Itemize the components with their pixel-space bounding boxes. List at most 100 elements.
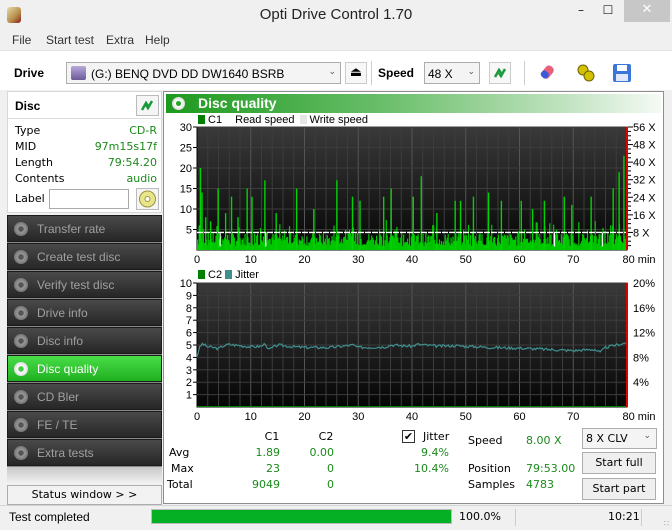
panel-header: Disc quality (166, 94, 661, 113)
disc-contents-value: audio (126, 172, 157, 185)
menu-extra[interactable]: Extra (106, 33, 134, 47)
test-speed-select[interactable]: 8 X CLV ⌄ (582, 428, 657, 449)
menu-help[interactable]: Help (145, 33, 170, 47)
nav-extra-tests[interactable]: Extra tests (7, 439, 162, 466)
disc-icon (139, 190, 156, 208)
x-tick-label: 40 (406, 411, 418, 423)
c1-peak-bar (472, 196, 475, 250)
y-tick-label: 4 (186, 352, 192, 364)
nav-label: Extra tests (37, 446, 94, 460)
nav-filler (7, 467, 162, 483)
position-value: 79:53.00 (526, 462, 576, 475)
disc-contents-row: Contents audio (15, 172, 157, 188)
y-tick-label: 7 (186, 315, 192, 327)
y2-tick-label: 24 X (633, 192, 656, 204)
y2-tick-label: 48 X (633, 140, 656, 152)
y2-tick-label: 8 X (633, 227, 650, 239)
nav-cd-bler[interactable]: CD Bler (7, 383, 162, 410)
label-disc-button[interactable] (136, 188, 159, 210)
c1-peak-bar (382, 196, 385, 250)
c1-peak-bar (563, 196, 565, 250)
eject-button[interactable]: ⏏ (345, 62, 367, 84)
c1-peak-bar (412, 196, 414, 250)
stats-header-c1: C1 (264, 430, 280, 443)
cd-bler-icon (14, 390, 28, 404)
speed-label: Speed (468, 434, 503, 447)
test-speed-value: 8 X CLV (586, 432, 628, 445)
stats-avg-jitter: 9.4% (421, 446, 449, 459)
y2-tick-label: 32 X (633, 175, 656, 187)
start-full-button[interactable]: Start full (582, 452, 656, 474)
x-tick-label: 0 (194, 411, 200, 423)
toolbar: Drive (G:) BENQ DVD DD DW1640 BSRB ⌄ ⏏ S… (0, 50, 672, 90)
nav-transfer-rate[interactable]: Transfer rate (7, 215, 162, 242)
x-tick-label: 20 (298, 254, 310, 266)
eraser-icon (540, 65, 554, 79)
maximize-button[interactable]: ☐ (594, 0, 622, 22)
c1-peak-bar (275, 213, 277, 250)
settings-button[interactable] (575, 62, 597, 84)
disc-quality-panel: Disc quality C1 Read speed Write speed 0… (163, 91, 664, 504)
resize-grip[interactable]: ∷ (664, 519, 669, 528)
nav-label: Create test disc (37, 250, 121, 264)
nav-label: FE / TE (37, 418, 78, 432)
erase-button[interactable] (539, 62, 561, 84)
extra-tests-icon (14, 446, 28, 460)
fe-te-icon (14, 418, 28, 432)
menu-file[interactable]: File (12, 33, 31, 47)
c1-peak-bar (454, 200, 456, 250)
nav-label: Transfer rate (37, 222, 106, 236)
c1-peak-bar (209, 221, 212, 250)
drive-select[interactable]: (G:) BENQ DVD DD DW1640 BSRB ⌄ (66, 62, 341, 84)
stats-total-c1: 9049 (252, 478, 280, 491)
c1-peak-bar (436, 213, 438, 250)
x-tick-label: 10 (245, 254, 257, 266)
disc-type-label: Type (15, 124, 41, 137)
nav-menu: Transfer rate Create test disc Verify te… (7, 215, 162, 483)
c1-peak-bar (336, 180, 338, 250)
y-tick-label: 2 (186, 377, 192, 389)
nav-create-test-disc[interactable]: Create test disc (7, 243, 162, 270)
c1-peak-bar (351, 196, 354, 250)
c1-peak-bar (199, 168, 202, 250)
nav-disc-info[interactable]: Disc info (7, 327, 162, 354)
nav-label: Disc info (37, 334, 84, 348)
drive-info-icon (14, 306, 28, 320)
statusbar-divider (515, 509, 516, 526)
menu-start-test[interactable]: Start test (46, 33, 94, 47)
status-window-button[interactable]: Status window > > (7, 485, 162, 505)
nav-verify-test-disc[interactable]: Verify test disc (7, 271, 162, 298)
speed-value: 48 X (428, 67, 453, 81)
x-tick-label: 80 min (622, 411, 655, 423)
y-tick-label: 20 (180, 163, 192, 175)
x-tick-label: 60 (513, 254, 525, 266)
jitter-checkbox[interactable]: ✔ (402, 430, 415, 443)
y-tick-label: 15 (180, 184, 192, 196)
c1-peak-bar (201, 192, 203, 250)
speed-select[interactable]: 48 X ⌄ (424, 62, 480, 84)
refresh-icon (140, 100, 154, 111)
disc-refresh-button[interactable] (136, 95, 159, 116)
close-button[interactable]: ✕ (624, 0, 670, 22)
verify-disc-icon (14, 278, 28, 292)
stats-max-c2: 0 (327, 462, 334, 475)
refresh-speed-button[interactable] (489, 62, 511, 84)
x-tick-label: 30 (352, 254, 364, 266)
disc-mid-row: MID 97m15s17f (15, 140, 157, 156)
x-tick-label: 60 (513, 411, 525, 423)
y-tick-label: 25 (180, 143, 192, 155)
nav-drive-info[interactable]: Drive info (7, 299, 162, 326)
minimize-button[interactable]: – (568, 0, 594, 22)
eject-icon: ⏏ (349, 65, 363, 80)
disc-label-input[interactable] (49, 189, 129, 209)
y2-tick-label: 40 X (633, 157, 656, 169)
nav-fe-te[interactable]: FE / TE (7, 411, 162, 438)
start-part-button[interactable]: Start part (582, 478, 656, 500)
disc-info-box: Disc Type CD-R MID 97m15s17f Length 79:5… (7, 91, 163, 213)
y2-tick-label: 8% (633, 352, 649, 364)
wrench-gear-icon (577, 64, 595, 82)
nav-disc-quality[interactable]: Disc quality (7, 355, 162, 382)
save-button[interactable] (611, 62, 633, 84)
c1-chart: 0 10 20 30 40 50 60 70 80 min 5 10 15 20 25 30 8 X 16 X 2… (180, 122, 657, 266)
disc-length-value: 79:54.20 (107, 156, 157, 169)
